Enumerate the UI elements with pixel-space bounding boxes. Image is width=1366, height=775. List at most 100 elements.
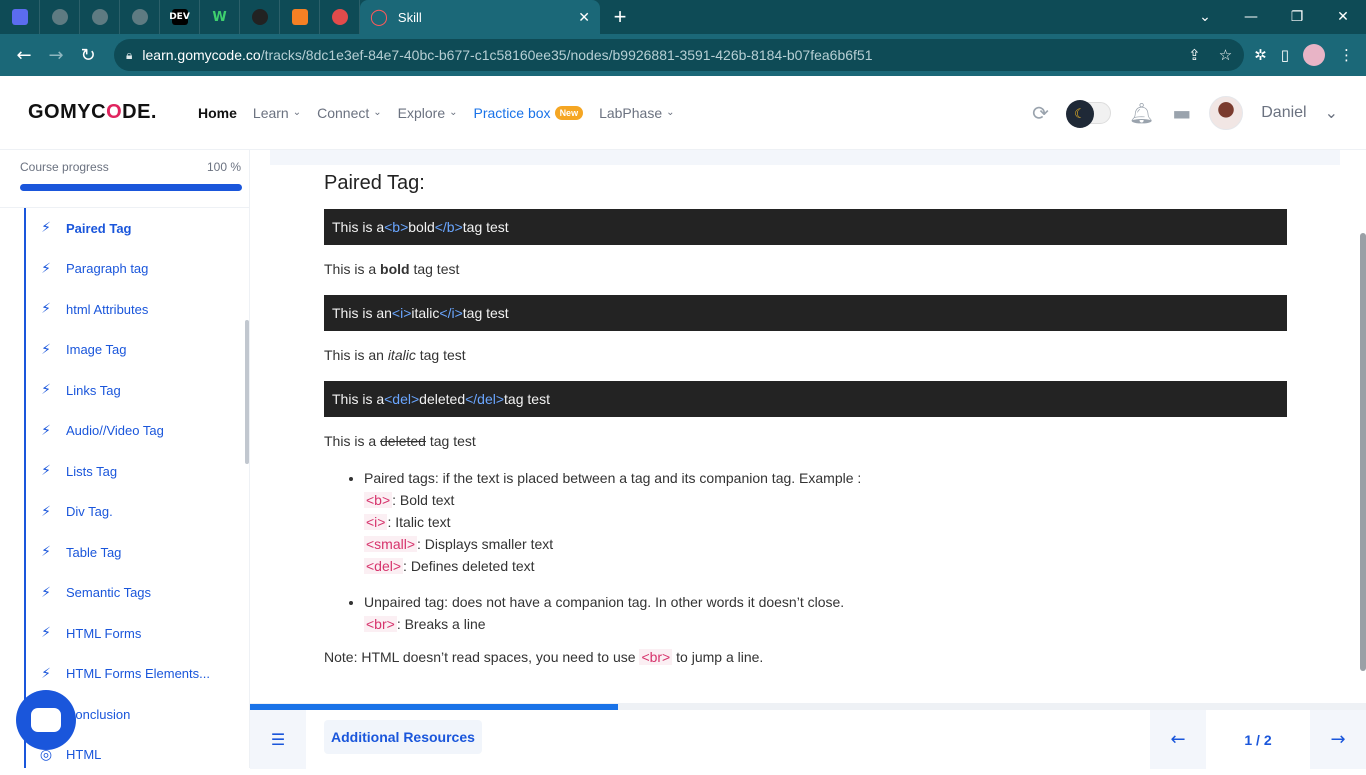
list-outline-icon: ☰ bbox=[271, 730, 285, 749]
sidebar-scrollbar[interactable] bbox=[245, 320, 249, 464]
globe-icon bbox=[92, 9, 108, 25]
chevron-down-icon[interactable]: ⌄ bbox=[1325, 103, 1338, 122]
lightning-icon: ⚡ bbox=[26, 342, 66, 358]
chevron-down-icon: ⌄ bbox=[373, 107, 381, 118]
lightning-icon: ⚡ bbox=[26, 261, 66, 277]
address-bar: ← → ↻ 🔒︎ learn.gomycode.co/tracks/8dc1e3… bbox=[0, 34, 1366, 76]
lightning-icon: ⚡ bbox=[26, 220, 66, 236]
example-bold: This is a bold tag test bbox=[324, 261, 1287, 277]
nav-connect[interactable]: Connect⌄ bbox=[317, 105, 382, 121]
sidebar-lesson-item[interactable]: ⚡Div Tag. bbox=[26, 492, 234, 533]
lesson-sidebar: Course progress 100 % ⚡Paired Tag⚡Paragr… bbox=[0, 150, 250, 768]
page-scrollbar[interactable] bbox=[1360, 233, 1366, 671]
bookmark-star-icon[interactable]: ☆ bbox=[1219, 46, 1232, 64]
additional-resources-button[interactable]: Additional Resources bbox=[324, 720, 482, 754]
tab-settings[interactable] bbox=[320, 0, 360, 34]
stack-icon bbox=[292, 9, 308, 25]
lesson-label: Links Tag bbox=[66, 383, 121, 398]
tab-w[interactable]: W bbox=[200, 0, 240, 34]
sidebar-lesson-item[interactable]: ⚡Links Tag bbox=[26, 370, 234, 411]
forward-icon[interactable]: → bbox=[40, 39, 72, 71]
dev-icon: DEV bbox=[172, 9, 188, 25]
next-page-button[interactable]: → bbox=[1310, 710, 1366, 769]
lesson-content: Paired Tag: This is a <b>bold</b> tag te… bbox=[250, 150, 1350, 703]
bell-icon[interactable]: 🔔︎ bbox=[1129, 101, 1154, 125]
lightning-icon: ⚡ bbox=[26, 301, 66, 317]
minimize-icon[interactable]: — bbox=[1228, 0, 1274, 34]
code-block: This is an <i>italic</i> tag test bbox=[324, 295, 1287, 331]
globe-icon bbox=[132, 9, 148, 25]
previous-page-button[interactable]: ← bbox=[1150, 710, 1206, 769]
lightning-icon: ⚡ bbox=[26, 463, 66, 479]
lesson-list: ⚡Paired Tag⚡Paragraph tag⚡html Attribute… bbox=[24, 208, 234, 768]
lightning-icon: ⚡ bbox=[26, 504, 66, 520]
tab-globe-2[interactable] bbox=[80, 0, 120, 34]
tab-stack[interactable] bbox=[280, 0, 320, 34]
sidebar-lesson-item[interactable]: ⚡Paired Tag bbox=[26, 208, 234, 249]
sidebar-lesson-item[interactable]: ⚡HTML Forms bbox=[26, 613, 234, 654]
header-actions: ⟳ ☾ 🔔︎ ▬ Daniel ⌄ bbox=[1032, 96, 1338, 130]
close-window-icon[interactable]: ✕ bbox=[1320, 0, 1366, 34]
profile-avatar[interactable] bbox=[1303, 44, 1325, 66]
note-text: Note: HTML doesn’t read spaces, you need… bbox=[324, 649, 1287, 665]
back-icon[interactable]: ← bbox=[8, 39, 40, 71]
chat-icon[interactable]: ▬ bbox=[1172, 101, 1191, 125]
avatar[interactable] bbox=[1209, 96, 1243, 130]
close-tab-icon[interactable]: ✕ bbox=[578, 9, 590, 26]
tab-dev[interactable]: DEV bbox=[160, 0, 200, 34]
sidebar-lesson-item[interactable]: ⚡Semantic Tags bbox=[26, 573, 234, 614]
nav-home[interactable]: Home bbox=[198, 105, 237, 121]
side-panel-icon[interactable]: ▯ bbox=[1281, 46, 1289, 64]
menu-icon[interactable]: ⋮ bbox=[1339, 46, 1354, 64]
sidebar-lesson-item[interactable]: ⚡html Attributes bbox=[26, 289, 234, 330]
github-icon bbox=[252, 9, 268, 25]
gomycode-logo[interactable]: GOMYCODE. bbox=[28, 101, 198, 124]
lightning-icon: ⚡ bbox=[26, 382, 66, 398]
restore-icon[interactable]: ❐ bbox=[1274, 0, 1320, 34]
settings-icon bbox=[332, 9, 348, 25]
user-name[interactable]: Daniel bbox=[1261, 104, 1306, 122]
new-tab-button[interactable]: + bbox=[600, 0, 640, 34]
support-chat-button[interactable] bbox=[16, 690, 76, 750]
sidebar-lesson-item[interactable]: ⚡Table Tag bbox=[26, 532, 234, 573]
tab-globe-3[interactable] bbox=[120, 0, 160, 34]
extensions-icon[interactable]: ✲ bbox=[1254, 46, 1267, 64]
example-deleted: This is a deleted tag test bbox=[324, 433, 1287, 449]
active-tab[interactable]: ◯ Skill ✕ bbox=[360, 0, 600, 34]
toggle-outline-button[interactable]: ☰ bbox=[250, 710, 306, 769]
tab-app[interactable] bbox=[0, 0, 40, 34]
reload-icon[interactable]: ↻ bbox=[72, 39, 104, 71]
tab-search-icon[interactable]: ⌄ bbox=[1182, 0, 1228, 34]
nav-explore[interactable]: Explore⌄ bbox=[398, 105, 458, 121]
nav-learn[interactable]: Learn⌄ bbox=[253, 105, 301, 121]
window-controls: ⌄ — ❐ ✕ bbox=[1182, 0, 1366, 34]
list-item: Unpaired tag: does not have a companion … bbox=[364, 591, 1287, 635]
sidebar-lesson-item[interactable]: ⚡Audio//Video Tag bbox=[26, 411, 234, 452]
tag-explanation-list: Paired tags: if the text is placed betwe… bbox=[364, 467, 1287, 635]
app-icon bbox=[12, 9, 28, 25]
lesson-label: HTML Forms bbox=[66, 626, 141, 641]
nav-labphase[interactable]: LabPhase⌄ bbox=[599, 105, 674, 121]
chevron-down-icon: ⌄ bbox=[293, 107, 301, 118]
sidebar-lesson-item[interactable]: ⚡Image Tag bbox=[26, 330, 234, 371]
new-badge: New bbox=[555, 106, 584, 120]
url-input[interactable]: 🔒︎ learn.gomycode.co/tracks/8dc1e3ef-84e… bbox=[114, 39, 1244, 71]
sidebar-lesson-item[interactable]: ⚡HTML Forms Elements... bbox=[26, 654, 234, 695]
code-block: This is a <b>bold</b> tag test bbox=[324, 209, 1287, 245]
extensions-area: ✲ ▯ ⋮ bbox=[1254, 44, 1358, 66]
sidebar-lesson-item[interactable]: ⚡Lists Tag bbox=[26, 451, 234, 492]
share-icon[interactable]: ⇪ bbox=[1188, 46, 1201, 64]
lightning-icon: ⚡ bbox=[26, 423, 66, 439]
lesson-label: Lists Tag bbox=[66, 464, 117, 479]
tab-globe-1[interactable] bbox=[40, 0, 80, 34]
nav-practice-box[interactable]: Practice boxNew bbox=[474, 105, 584, 121]
lesson-footer: ☰ Additional Resources ← 1 / 2 → bbox=[250, 703, 1366, 768]
arrow-left-icon: ← bbox=[1170, 729, 1185, 750]
tab-title: Skill bbox=[398, 10, 578, 25]
dark-mode-toggle[interactable]: ☾ bbox=[1067, 102, 1111, 124]
tab-github[interactable] bbox=[240, 0, 280, 34]
sync-icon[interactable]: ⟳ bbox=[1032, 101, 1049, 125]
sidebar-lesson-item[interactable]: ⚡Paragraph tag bbox=[26, 249, 234, 290]
lock-icon: 🔒︎ bbox=[126, 48, 132, 63]
lesson-label: Paired Tag bbox=[66, 221, 132, 236]
